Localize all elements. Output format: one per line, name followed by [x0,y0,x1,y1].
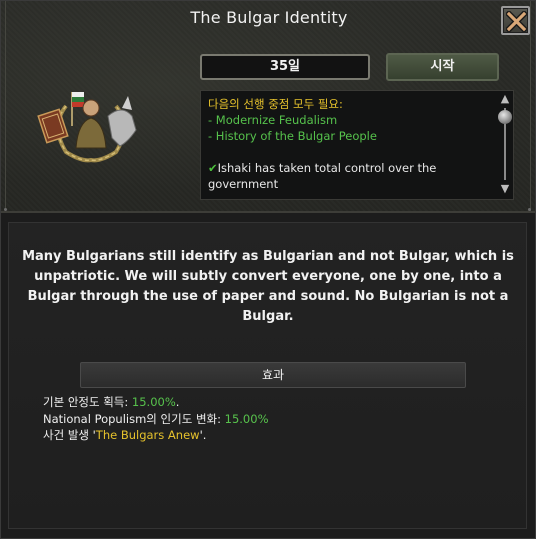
requirements-title: 다음의 선행 중점 모두 필요: [208,97,343,111]
checkmark-icon: ✔ [208,161,218,175]
effect-end: . [175,395,180,409]
close-button[interactable] [501,6,530,35]
completed-requirement: ✔Ishaki has taken total control over the… [208,160,492,192]
focus-description: Many Bulgarians still identify as Bulgar… [22,249,514,324]
effect-prefix: 사건 발생 ' [43,428,96,442]
effects-header: 효과 [80,362,466,388]
focus-days: 35일 [200,54,370,80]
frame-rivet [528,208,531,211]
window-title: The Bulgar Identity [190,8,348,27]
effect-label: National Populism의 인기도 변화: [43,411,225,426]
requirement-item[interactable]: - History of the Bulgar People [208,128,492,144]
effects-list: 기본 안정도 획득: 15.00%. National Populism의 인기… [43,394,269,444]
effect-line-popularity: National Populism의 인기도 변화: 15.00% [43,411,269,428]
completed-requirement-text: Ishaki has taken total control over the … [208,161,437,191]
requirements-panel: 다음의 선행 중점 모두 필요: - Modernize Feudalism -… [200,90,514,200]
effect-label: 기본 안정도 획득: [43,395,132,409]
frame-rivet [4,208,7,211]
start-button[interactable]: 시작 [386,53,499,81]
bulgar-focus-emblem-icon [36,86,146,164]
scroll-down-arrow-icon[interactable]: ▼ [499,183,511,195]
effect-line-event: 사건 발생 'The Bulgars Anew'. [43,427,269,444]
requirement-item[interactable]: - Modernize Feudalism [208,112,492,128]
effect-line-stability: 기본 안정도 획득: 15.00%. [43,394,269,411]
close-x-icon [506,11,527,32]
scroll-up-arrow-icon[interactable]: ▲ [499,93,511,105]
scrollbar-thumb[interactable] [498,110,512,124]
requirements-content: 다음의 선행 중점 모두 필요: - Modernize Feudalism -… [208,96,492,192]
effect-value: 15.00% [224,411,269,426]
effect-suffix: '. [199,428,207,442]
event-link[interactable]: The Bulgars Anew [96,428,200,442]
effect-value: 15.00% [131,395,176,409]
